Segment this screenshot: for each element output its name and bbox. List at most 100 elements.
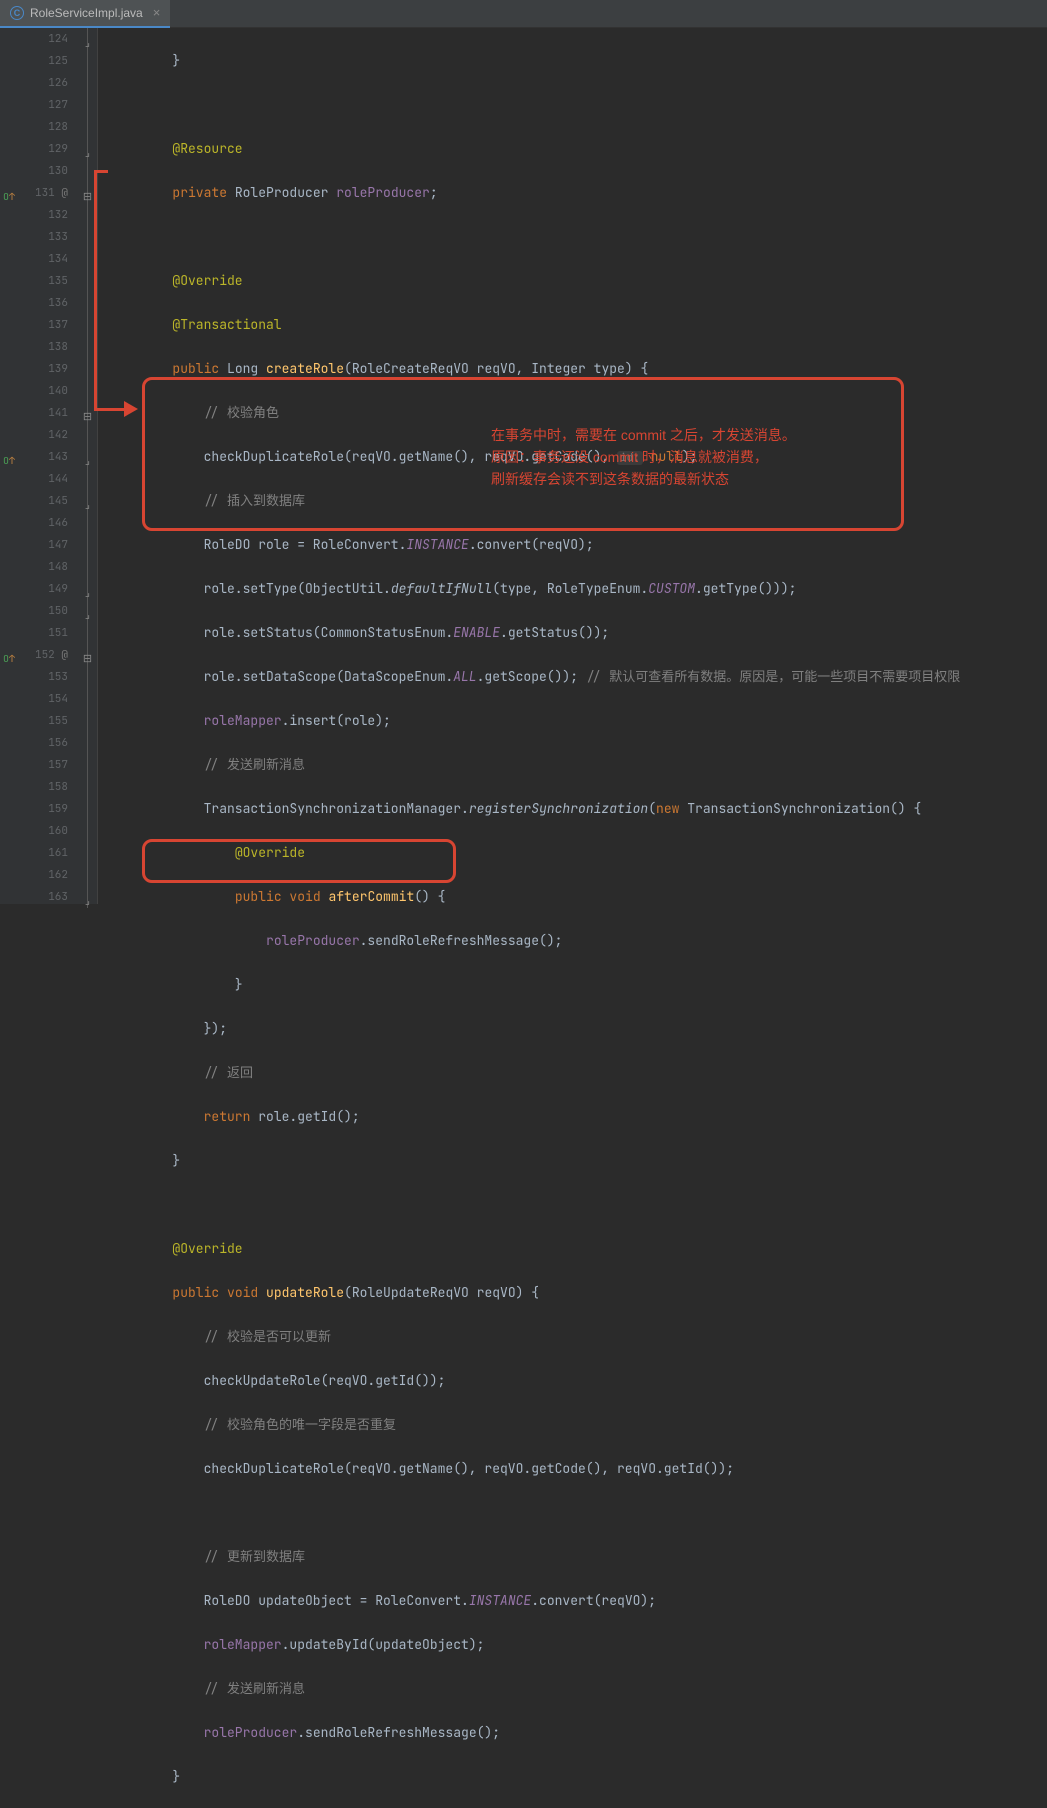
code-line (110, 1502, 1047, 1524)
fold-end-icon[interactable]: ⌟ (82, 582, 93, 604)
code-editor[interactable]: O↑ O↑ O↑ 124 125 126 127 128 129 130 131… (0, 28, 1047, 904)
tab-bar: C RoleServiceImpl.java × (0, 0, 1047, 28)
code-line: @Override (110, 1238, 1047, 1260)
line-number: 158 (22, 776, 68, 798)
line-number: 134 (22, 248, 68, 270)
usages-icon[interactable]: @ (61, 186, 68, 200)
java-class-icon: C (10, 6, 24, 20)
code-line: TransactionSynchronizationManager.regist… (110, 798, 1047, 820)
line-number: 147 (22, 534, 68, 556)
code-line: } (110, 50, 1047, 72)
line-number: 126 (22, 72, 68, 94)
annotation-vertical-line (94, 170, 97, 410)
code-line: @Resource (110, 138, 1047, 160)
fold-start-icon[interactable]: ⊟ (82, 406, 93, 428)
line-number: 140 (22, 380, 68, 402)
line-number: 157 (22, 754, 68, 776)
fold-end-icon[interactable]: ⌟ (82, 494, 93, 516)
line-number: 162 (22, 864, 68, 886)
line-number: 138 (22, 336, 68, 358)
override-gutter-icon[interactable]: O↑ (3, 450, 15, 472)
line-number: 136 (22, 292, 68, 314)
code-line: roleMapper.updateById(updateObject); (110, 1634, 1047, 1656)
code-line: // 插入到数据库 (110, 490, 1047, 512)
line-number: 144 (22, 468, 68, 490)
code-line: roleProducer.sendRoleRefreshMessage(); (110, 930, 1047, 952)
line-number-gutter: 124 125 126 127 128 129 130 131 @ 132 13… (22, 28, 78, 904)
code-line: } (110, 1766, 1047, 1788)
code-line: } (110, 974, 1047, 996)
line-number: 141 (22, 402, 68, 424)
code-line: RoleDO role = RoleConvert.INSTANCE.conve… (110, 534, 1047, 556)
code-line: // 校验是否可以更新 (110, 1326, 1047, 1348)
fold-end-icon[interactable]: ⌟ (82, 142, 93, 164)
code-line: public void afterCommit() { (110, 886, 1047, 908)
line-number: 131 @ (22, 182, 68, 204)
line-number: 151 (22, 622, 68, 644)
line-number: 128 (22, 116, 68, 138)
code-line: RoleDO updateObject = RoleConvert.INSTAN… (110, 1590, 1047, 1612)
fold-end-icon[interactable]: ⌟ (82, 450, 93, 472)
line-number: 159 (22, 798, 68, 820)
code-line: return role.getId(); (110, 1106, 1047, 1128)
code-line: public void updateRole(RoleUpdateReqVO r… (110, 1282, 1047, 1304)
usages-icon[interactable]: @ (61, 648, 68, 662)
line-number: 124 (22, 28, 68, 50)
line-number: 146 (22, 512, 68, 534)
code-line (110, 1194, 1047, 1216)
line-number: 156 (22, 732, 68, 754)
annotation-horizontal-line (94, 170, 108, 173)
code-line: checkDuplicateRole(reqVO.getName(), reqV… (110, 1458, 1047, 1480)
code-line: role.setStatus(CommonStatusEnum.ENABLE.g… (110, 622, 1047, 644)
code-line (110, 226, 1047, 248)
line-number: 163 (22, 886, 68, 908)
override-gutter-icon[interactable]: O↑ (3, 648, 15, 670)
code-line: public Long createRole(RoleCreateReqVO r… (110, 358, 1047, 380)
code-area[interactable]: } @Resource private RoleProducer rolePro… (98, 28, 1047, 904)
code-line: }); (110, 1018, 1047, 1040)
fold-end-icon[interactable]: ⌟ (82, 890, 93, 912)
code-line: role.setType(ObjectUtil.defaultIfNull(ty… (110, 578, 1047, 600)
code-line: checkUpdateRole(reqVO.getId()); (110, 1370, 1047, 1392)
line-number: 149 (22, 578, 68, 600)
annotation-text: 在事务中时，需要在 commit 之后，才发送消息。 原因：事务还没 commi… (491, 424, 796, 490)
line-number: 139 (22, 358, 68, 380)
line-number: 129 (22, 138, 68, 160)
code-line: // 校验角色的唯一字段是否重复 (110, 1414, 1047, 1436)
editor-tab[interactable]: C RoleServiceImpl.java × (0, 0, 170, 28)
line-number: 154 (22, 688, 68, 710)
code-line: roleProducer.sendRoleRefreshMessage(); (110, 1722, 1047, 1744)
close-icon[interactable]: × (153, 5, 161, 20)
line-number: 155 (22, 710, 68, 732)
line-number: 153 (22, 666, 68, 688)
tab-filename: RoleServiceImpl.java (30, 6, 143, 20)
line-number: 145 (22, 490, 68, 512)
line-number: 135 (22, 270, 68, 292)
annotation-horizontal-line (94, 408, 124, 411)
line-number: 160 (22, 820, 68, 842)
code-line (110, 94, 1047, 116)
fold-end-icon[interactable]: ⌟ (82, 604, 93, 626)
marker-column: O↑ O↑ O↑ (0, 28, 22, 904)
line-number: 133 (22, 226, 68, 248)
code-line: @Override (110, 270, 1047, 292)
line-number: 152 @ (22, 644, 68, 666)
fold-column: ⌟ ⌟ ⊟ ⊟ ⌟ ⌟ ⌟ ⌟ ⊟ ⌟ (78, 28, 98, 904)
fold-start-icon[interactable]: ⊟ (82, 186, 93, 208)
code-line: } (110, 1150, 1047, 1172)
code-line: @Transactional (110, 314, 1047, 336)
annotation-arrow-icon (124, 401, 138, 417)
code-line: @Override (110, 842, 1047, 864)
fold-start-icon[interactable]: ⊟ (82, 648, 93, 670)
override-gutter-icon[interactable]: O↑ (3, 186, 15, 208)
fold-end-icon[interactable]: ⌟ (82, 32, 93, 54)
line-number: 127 (22, 94, 68, 116)
code-line: role.setDataScope(DataScopeEnum.ALL.getS… (110, 666, 1047, 688)
code-line: roleMapper.insert(role); (110, 710, 1047, 732)
line-number: 125 (22, 50, 68, 72)
line-number: 142 (22, 424, 68, 446)
line-number: 161 (22, 842, 68, 864)
line-number: 130 (22, 160, 68, 182)
code-line: // 返回 (110, 1062, 1047, 1084)
line-number: 148 (22, 556, 68, 578)
